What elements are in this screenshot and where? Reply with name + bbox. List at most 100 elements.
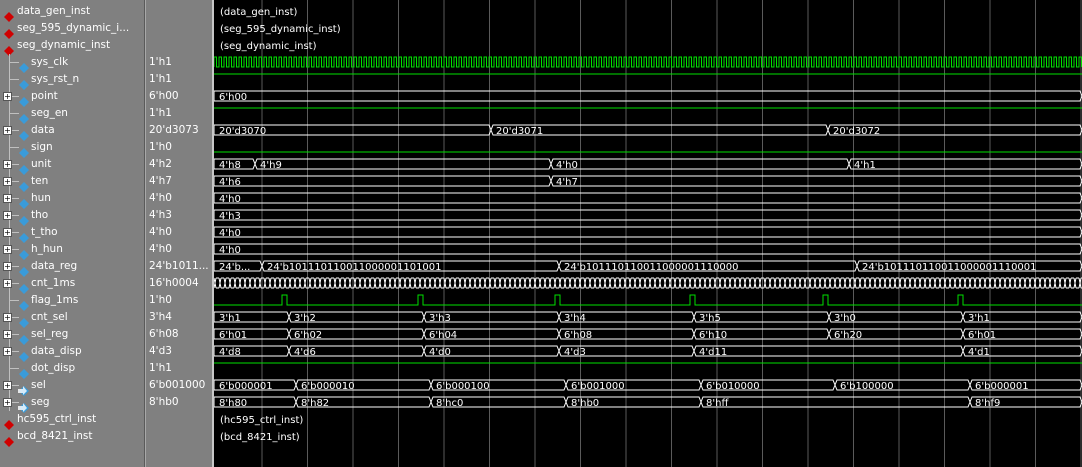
- signal-row-dot-disp[interactable]: dot_disp: [0, 360, 145, 379]
- expand-icon[interactable]: +: [3, 160, 12, 169]
- port-icon: [18, 126, 29, 141]
- signal-row-sel[interactable]: + sel: [0, 377, 145, 396]
- signal-value: 3'h4: [149, 311, 172, 323]
- bus-value: 3'h1: [219, 313, 241, 324]
- bus-value: 6'b000010: [301, 381, 355, 392]
- signal-row-sel-reg[interactable]: + sel_reg: [0, 326, 145, 345]
- signal-row-h-hun[interactable]: + h_hun: [0, 241, 145, 260]
- signal-row-ten[interactable]: + ten: [0, 173, 145, 192]
- signal-name: bcd_8421_inst: [17, 430, 93, 442]
- expand-icon[interactable]: +: [3, 262, 12, 271]
- bus-value: 6'h01: [968, 330, 996, 341]
- bus-value: 6'h10: [699, 330, 727, 341]
- signal-value-cell: 1'h0: [145, 292, 212, 309]
- bus-value: 3'h1: [968, 313, 990, 324]
- expand-icon[interactable]: +: [3, 228, 12, 237]
- wave-cnt-1ms: [214, 277, 1082, 289]
- bus-value: 4'd3: [564, 347, 586, 358]
- signal-row-unit[interactable]: + unit: [0, 156, 145, 175]
- signal-row-hun[interactable]: + hun: [0, 190, 145, 209]
- signal-row-data-reg[interactable]: + data_reg: [0, 258, 145, 277]
- bus-value: 24'b101110110011000001110000: [564, 262, 739, 273]
- signal-value: 4'h3: [149, 209, 172, 221]
- port-icon: [18, 160, 29, 175]
- signal-row-seg-dynamic-inst[interactable]: seg_dynamic_inst: [0, 37, 145, 56]
- signal-row-tho[interactable]: + tho: [0, 207, 145, 226]
- bus-segment: [254, 158, 552, 170]
- expand-icon[interactable]: +: [3, 398, 12, 407]
- bus-value: 6'b001000: [571, 381, 625, 392]
- signal-name: cnt_1ms: [31, 277, 76, 289]
- instance-icon: [4, 24, 14, 39]
- bus-value: 4'h0: [556, 160, 578, 171]
- counter-bus: [214, 277, 1082, 289]
- signal-value-cell: [145, 3, 212, 20]
- waveform-pane[interactable]: (data_gen_inst) (seg_595_dynamic_inst) (se…: [214, 0, 1082, 467]
- signal-value-cell: [145, 20, 212, 37]
- wave-h-hun: 4'h0: [214, 243, 1082, 256]
- wave-tho: 4'h3: [214, 209, 1082, 222]
- signal-row-data[interactable]: + data: [0, 122, 145, 141]
- signal-row-cnt-1ms[interactable]: + cnt_1ms: [0, 275, 145, 294]
- port-icon: [18, 313, 29, 328]
- expand-icon[interactable]: +: [3, 279, 12, 288]
- signal-value: 6'h08: [149, 328, 179, 340]
- signal-row-flag-1ms[interactable]: flag_1ms: [0, 292, 145, 311]
- pulse-waveform: [214, 294, 1082, 306]
- wave-seg-dynamic-inst: (seg_dynamic_inst): [220, 41, 317, 52]
- bus-segment: [700, 396, 971, 408]
- signal-row-hc595-ctrl-inst[interactable]: hc595_ctrl_inst: [0, 411, 145, 430]
- wave-data-gen-inst: (data_gen_inst): [220, 7, 298, 18]
- signal-row-t-tho[interactable]: + t_tho: [0, 224, 145, 243]
- signal-row-bcd-8421-inst[interactable]: bcd_8421_inst: [0, 428, 145, 447]
- signal-value-cell: 4'h3: [145, 207, 212, 224]
- port-icon: [18, 194, 29, 209]
- signal-name: seg: [31, 396, 50, 408]
- signal-name: seg_en: [31, 107, 68, 119]
- signal-name: unit: [31, 158, 52, 170]
- signal-value-cell: 1'h1: [145, 71, 212, 88]
- expand-icon[interactable]: +: [3, 126, 12, 135]
- instance-icon: [4, 415, 14, 430]
- signal-row-sign[interactable]: sign: [0, 139, 145, 158]
- expand-icon[interactable]: +: [3, 381, 12, 390]
- signal-value-pane: 1'h1 1'h1 6'h00 1'h1 20'd3073 1'h0 4'h2 4'h7 4'h…: [145, 0, 212, 467]
- wave-flag-1ms: [214, 294, 1082, 306]
- signal-row-data-gen-inst[interactable]: data_gen_inst: [0, 3, 145, 22]
- signal-row-seg-595-dynamic-i-[interactable]: seg_595_dynamic_i...: [0, 20, 145, 39]
- signal-value: 4'h0: [149, 243, 172, 255]
- expand-icon[interactable]: +: [3, 177, 12, 186]
- signal-row-data-disp[interactable]: + data_disp: [0, 343, 145, 362]
- signal-value-cell: 4'd3: [145, 343, 212, 360]
- signal-name: sel_reg: [31, 328, 69, 340]
- bus-value: 6'h08: [564, 330, 592, 341]
- bus-value: 4'h7: [556, 177, 578, 188]
- expand-icon[interactable]: +: [3, 245, 12, 254]
- signal-row-seg[interactable]: + seg: [0, 394, 145, 413]
- signal-value-cell: 4'h7: [145, 173, 212, 190]
- signal-value-cell: [145, 411, 212, 428]
- wave-data: 20'd3070 20'd3071 20'd3072: [214, 124, 1082, 137]
- signal-row-point[interactable]: + point: [0, 88, 145, 107]
- bus-value: 24'b101110110011000001110001: [862, 262, 1037, 273]
- bus-segment: [214, 209, 1082, 221]
- port-icon: [18, 330, 29, 345]
- bus-value: 8'hc0: [436, 398, 463, 409]
- bus-segment: [214, 90, 1082, 102]
- signal-row-sys-rst-n[interactable]: sys_rst_n: [0, 71, 145, 90]
- expand-icon[interactable]: +: [3, 347, 12, 356]
- expand-icon[interactable]: +: [3, 211, 12, 220]
- bus-value: 6'b000001: [975, 381, 1029, 392]
- signal-row-sys-clk[interactable]: sys_clk: [0, 54, 145, 73]
- signal-name: data_gen_inst: [17, 5, 91, 17]
- signal-row-cnt-sel[interactable]: + cnt_sel: [0, 309, 145, 328]
- expand-icon[interactable]: +: [3, 313, 12, 322]
- signal-value: 4'd3: [149, 345, 172, 357]
- signal-name: cnt_sel: [31, 311, 68, 323]
- signal-row-seg-en[interactable]: seg_en: [0, 105, 145, 124]
- expand-icon[interactable]: +: [3, 92, 12, 101]
- expand-icon[interactable]: +: [3, 194, 12, 203]
- expand-icon[interactable]: +: [3, 330, 12, 339]
- signal-name: sign: [31, 141, 53, 153]
- bus-value: 3'h5: [699, 313, 721, 324]
